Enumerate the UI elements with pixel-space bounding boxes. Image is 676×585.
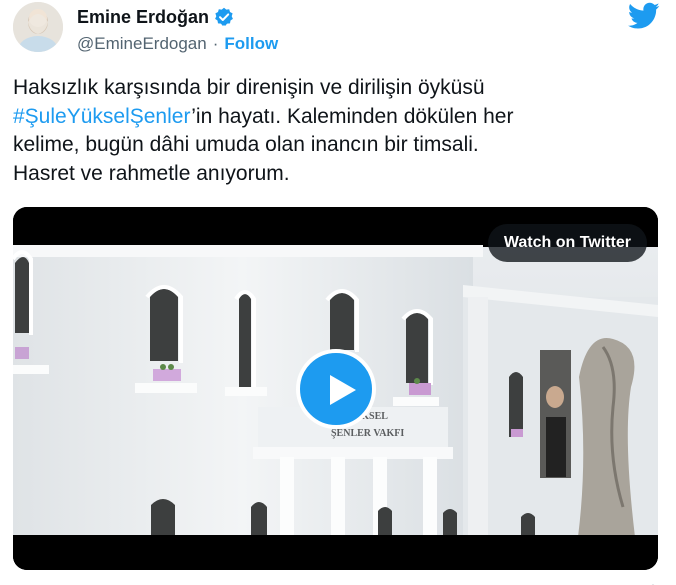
tweet-text: Haksızlık karşısında bir direnişin ve di… — [13, 74, 653, 188]
hashtag-link[interactable]: #ŞuleYükselŞenler — [13, 105, 191, 128]
watch-on-twitter-button[interactable]: Watch on Twitter — [487, 224, 647, 262]
author-handle[interactable]: @EmineErdogan — [77, 34, 207, 54]
avatar[interactable] — [13, 2, 63, 52]
tweet-line-2-rest: ’in hayatı. Kaleminden dökülen her — [191, 104, 514, 128]
tweet-line-2: #ŞuleYükselŞenler’in hayatı. Kaleminden … — [13, 103, 653, 132]
follow-link[interactable]: Follow — [224, 34, 278, 54]
verified-badge-icon — [214, 7, 234, 27]
separator-dot: · — [212, 34, 219, 53]
tweet-line-4: Hasret ve rahmetle anıyorum. — [13, 161, 290, 185]
tweet-line-3: kelime, bugün dâhi umuda olan inancın bi… — [13, 133, 479, 156]
author-display-name[interactable]: Emine Erdoğan — [77, 7, 209, 28]
scroll-edge-fragment — [636, 577, 658, 585]
play-button[interactable] — [296, 349, 376, 429]
video-player[interactable]: E YÜKSEL ŞENLER VAKFI Watch on Twitter — [13, 207, 658, 570]
tweet-header: Emine Erdoğan @EmineErdogan · Follow — [13, 2, 663, 58]
tweet-line-1: Haksızlık karşısında bir direnişin ve di… — [13, 76, 485, 99]
twitter-bird-icon[interactable] — [628, 2, 660, 30]
svg-text:ŞENLER VAKFI: ŞENLER VAKFI — [331, 428, 404, 439]
play-icon — [330, 375, 356, 405]
